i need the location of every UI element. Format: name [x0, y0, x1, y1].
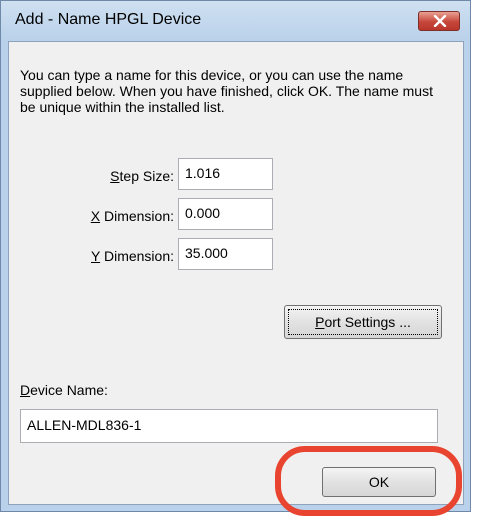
- device-name-label: Device Name:: [20, 382, 108, 398]
- dialog-window: Add - Name HPGL Device You can type a na…: [0, 0, 471, 512]
- close-button[interactable]: [418, 11, 460, 31]
- window-title: Add - Name HPGL Device: [15, 11, 202, 28]
- title-bar[interactable]: Add - Name HPGL Device: [1, 1, 470, 41]
- dialog-body: You can type a name for this device, or …: [8, 41, 464, 505]
- description-text: You can type a name for this device, or …: [20, 67, 433, 115]
- step-size-label: Step Size:: [110, 168, 174, 184]
- focus-rectangle: [288, 309, 438, 335]
- x-dimension-label: X Dimension:: [90, 208, 174, 224]
- port-settings-button[interactable]: Port Settings ...: [284, 305, 442, 339]
- y-dimension-field[interactable]: 35.000: [178, 238, 273, 270]
- x-dimension-field[interactable]: 0.000: [178, 198, 273, 230]
- highlight-ring-annotation: [275, 446, 462, 516]
- device-name-field[interactable]: ALLEN-MDL836-1: [20, 409, 438, 443]
- y-dimension-label: Y Dimension:: [90, 248, 174, 264]
- step-size-field[interactable]: 1.016: [178, 158, 273, 190]
- close-icon: [433, 15, 447, 27]
